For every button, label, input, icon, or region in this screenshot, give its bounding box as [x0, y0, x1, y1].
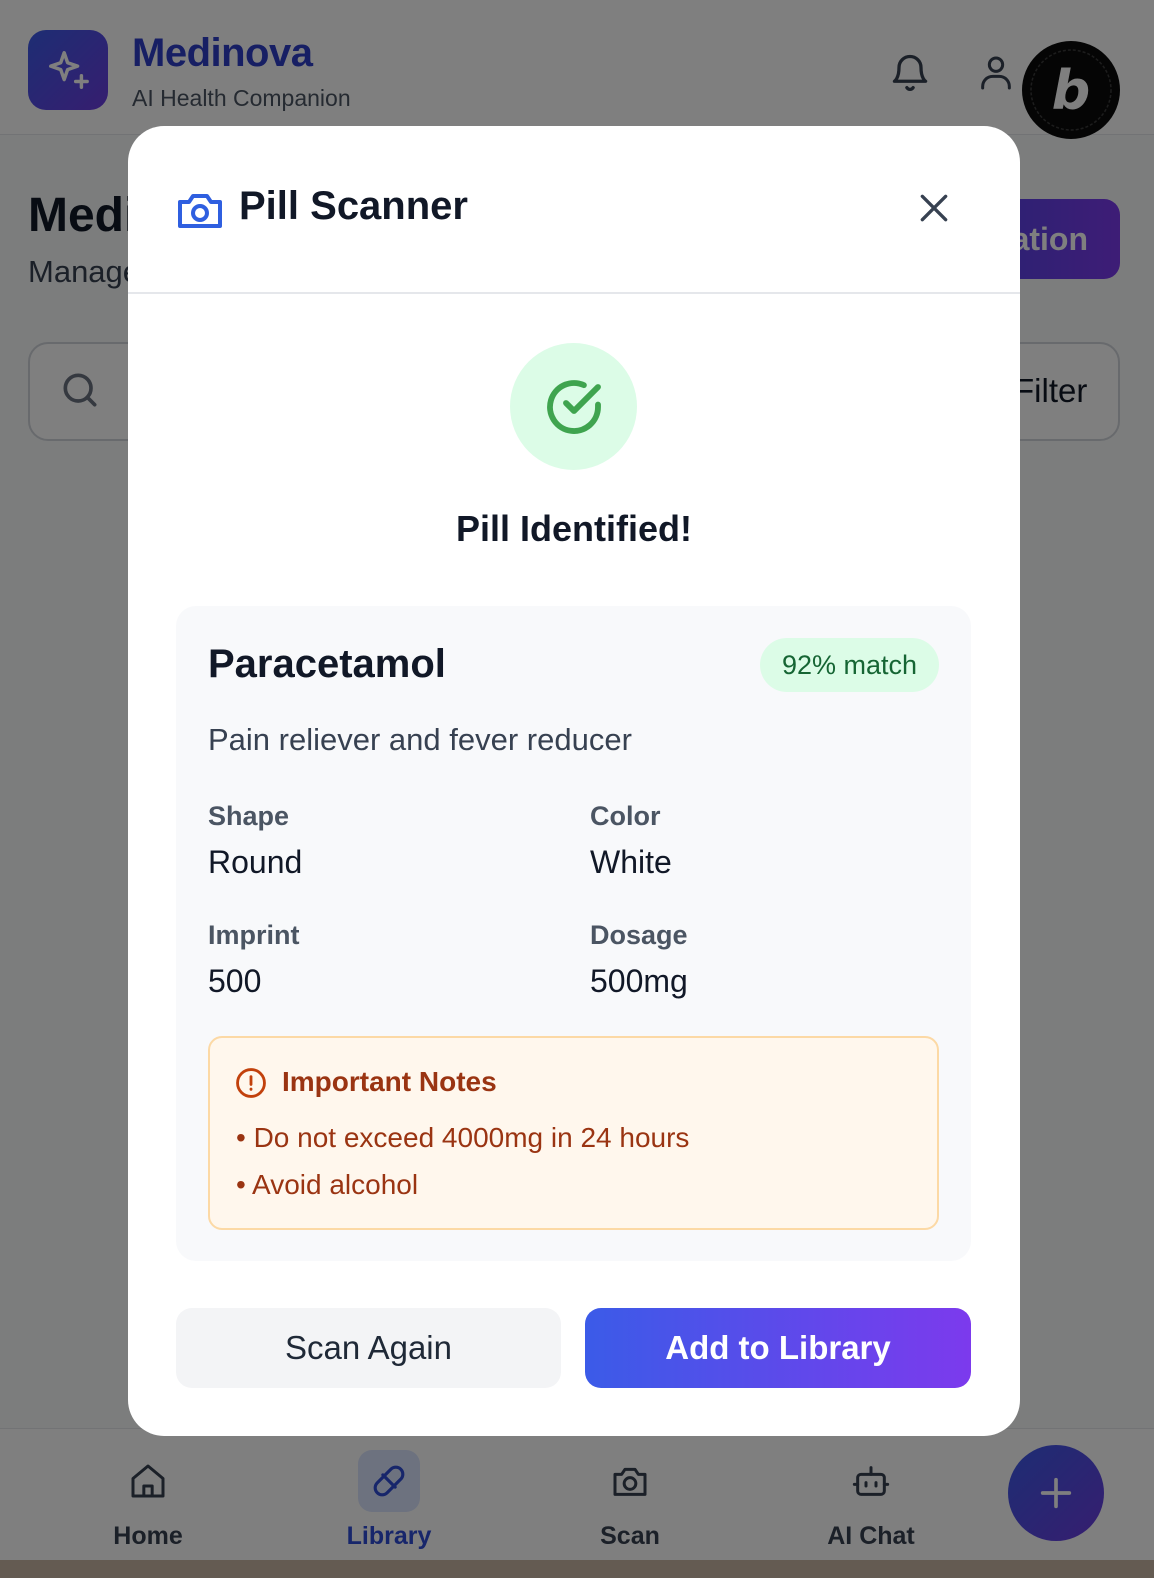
notes-title: Important Notes: [282, 1066, 497, 1097]
drug-description: Pain reliever and fever reducer: [208, 722, 632, 757]
close-icon[interactable]: [914, 188, 954, 228]
alert-circle-icon: [236, 1068, 266, 1098]
dosage-value: 500mg: [590, 963, 688, 999]
check-circle-icon: [546, 379, 601, 434]
result-card: Paracetamol 92% match Pain reliever and …: [176, 606, 971, 1261]
imprint-label: Imprint: [208, 920, 300, 950]
shape-label: Shape: [208, 801, 290, 831]
camera-icon: [178, 194, 222, 228]
scan-again-button[interactable]: Scan Again: [176, 1308, 561, 1388]
modal-title: Pill Scanner: [239, 184, 468, 228]
dosage-label: Dosage: [590, 920, 688, 950]
note-item: • Do not exceed 4000mg in 24 hours: [236, 1122, 690, 1153]
note-item: • Avoid alcohol: [236, 1169, 419, 1200]
color-value: White: [590, 844, 672, 880]
drug-name: Paracetamol: [208, 642, 446, 686]
success-indicator: [510, 343, 637, 470]
pill-scanner-modal: Pill Scanner Pill Identified! Paracetamo…: [128, 126, 1020, 1436]
imprint-value: 500: [208, 963, 262, 999]
modal-header: Pill Scanner: [128, 126, 1020, 294]
add-to-library-button[interactable]: Add to Library: [585, 1308, 971, 1388]
color-label: Color: [590, 801, 661, 831]
important-notes: Important Notes • Do not exceed 4000mg i…: [208, 1036, 939, 1230]
status-title: Pill Identified!: [455, 508, 692, 549]
shape-value: Round: [208, 844, 303, 880]
match-badge: 92% match: [760, 638, 939, 692]
